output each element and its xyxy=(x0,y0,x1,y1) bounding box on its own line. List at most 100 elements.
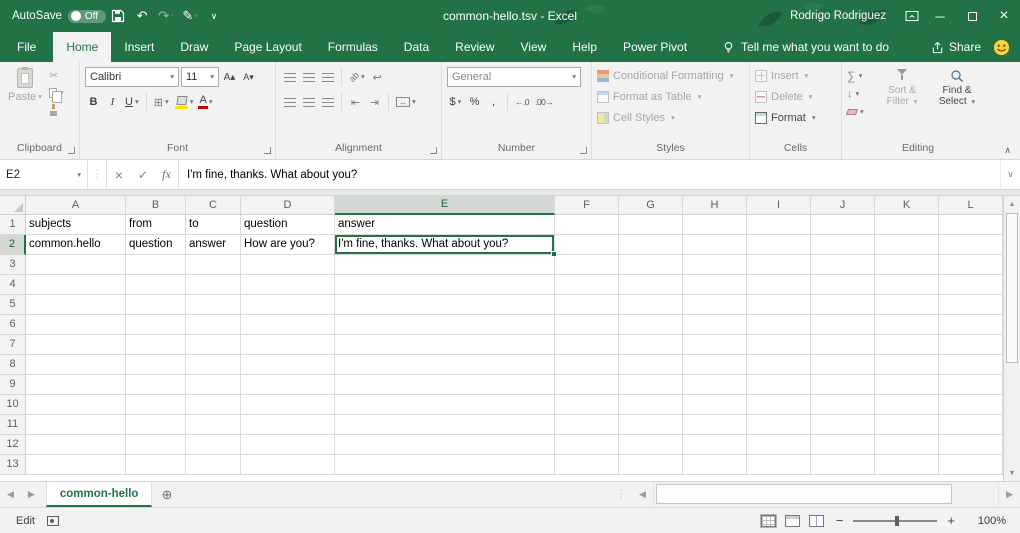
cell-F5[interactable] xyxy=(555,295,619,315)
page-layout-view-button[interactable] xyxy=(785,515,800,527)
user-name[interactable]: Rodrigo Rodriguez xyxy=(790,10,886,22)
cell-B7[interactable] xyxy=(126,335,186,355)
cell-E8[interactable] xyxy=(335,355,555,375)
cell-A9[interactable] xyxy=(26,375,126,395)
decrease-decimal-button[interactable]: .00→ xyxy=(533,92,555,112)
hscroll-left-icon[interactable]: ◀ xyxy=(632,489,653,500)
save-button[interactable] xyxy=(106,0,130,32)
delete-cells-button[interactable]: Delete ▾ xyxy=(755,88,836,105)
row-header-9[interactable]: 9 xyxy=(0,375,26,395)
conditional-formatting-button[interactable]: Conditional Formatting ▾ xyxy=(597,67,744,84)
bold-button[interactable]: B xyxy=(85,92,102,112)
cell-G3[interactable] xyxy=(619,255,683,275)
zoom-slider[interactable] xyxy=(853,520,937,522)
cell-I11[interactable] xyxy=(747,415,811,435)
align-right-button[interactable] xyxy=(319,92,336,112)
cell-H12[interactable] xyxy=(683,435,747,455)
row-header-3[interactable]: 3 xyxy=(0,255,26,275)
ribbon-tab-insert[interactable]: Insert xyxy=(111,32,167,62)
cell-E10[interactable] xyxy=(335,395,555,415)
scroll-down-icon[interactable]: ▼ xyxy=(1004,465,1020,481)
alignment-dialog-launcher-icon[interactable] xyxy=(430,147,437,154)
cell-G11[interactable] xyxy=(619,415,683,435)
number-dialog-launcher-icon[interactable] xyxy=(580,147,587,154)
cell-J10[interactable] xyxy=(811,395,875,415)
borders-button[interactable]: ⊞▾ xyxy=(152,92,171,112)
collapse-ribbon-button[interactable]: ∧ xyxy=(1004,145,1011,156)
sort-filter-button[interactable]: Sort & Filter ▾ xyxy=(876,66,928,141)
macro-record-icon[interactable] xyxy=(47,516,59,526)
cell-D8[interactable] xyxy=(241,355,335,375)
cell-K11[interactable] xyxy=(875,415,939,435)
horizontal-scroll-track[interactable] xyxy=(653,482,999,507)
cell-L1[interactable] xyxy=(939,215,1003,235)
cell-C1[interactable]: to xyxy=(186,215,241,235)
zoom-slider-thumb[interactable] xyxy=(895,516,899,526)
new-sheet-button[interactable]: ⊕ xyxy=(152,482,181,507)
name-box-dropdown-icon[interactable]: ▾ xyxy=(77,171,81,179)
row-header-5[interactable]: 5 xyxy=(0,295,26,315)
cell-I3[interactable] xyxy=(747,255,811,275)
cell-G6[interactable] xyxy=(619,315,683,335)
row-header-11[interactable]: 11 xyxy=(0,415,26,435)
cell-A4[interactable] xyxy=(26,275,126,295)
row-header-7[interactable]: 7 xyxy=(0,335,26,355)
cell-F9[interactable] xyxy=(555,375,619,395)
cell-L13[interactable] xyxy=(939,455,1003,475)
cell-J8[interactable] xyxy=(811,355,875,375)
cell-H10[interactable] xyxy=(683,395,747,415)
cell-D2[interactable]: How are you? xyxy=(241,235,335,255)
row-header-4[interactable]: 4 xyxy=(0,275,26,295)
cell-D1[interactable]: question xyxy=(241,215,335,235)
cell-C11[interactable] xyxy=(186,415,241,435)
merge-center-button[interactable]: ↔▾ xyxy=(394,92,418,112)
cell-L2[interactable] xyxy=(939,235,1003,255)
format-as-table-button[interactable]: Format as Table ▾ xyxy=(597,88,744,105)
cell-I13[interactable] xyxy=(747,455,811,475)
cell-L4[interactable] xyxy=(939,275,1003,295)
horizontal-scrollbar[interactable]: ◀ ▶ xyxy=(632,482,1020,507)
formula-input[interactable]: I'm fine, thanks. What about you? xyxy=(179,160,1000,189)
cell-C12[interactable] xyxy=(186,435,241,455)
column-header-K[interactable]: K xyxy=(875,196,939,215)
share-button[interactable]: Share xyxy=(931,32,981,62)
cell-K12[interactable] xyxy=(875,435,939,455)
formula-bar-expand-icon[interactable]: ∨ xyxy=(1000,160,1020,189)
cell-C7[interactable] xyxy=(186,335,241,355)
cell-G10[interactable] xyxy=(619,395,683,415)
cell-J6[interactable] xyxy=(811,315,875,335)
cell-L11[interactable] xyxy=(939,415,1003,435)
percent-style-button[interactable]: % xyxy=(466,92,483,112)
ribbon-tab-data[interactable]: Data xyxy=(391,32,442,62)
align-top-button[interactable] xyxy=(281,67,298,87)
grow-font-button[interactable]: A▴ xyxy=(221,67,238,87)
ribbon-tab-review[interactable]: Review xyxy=(442,32,507,62)
cell-C6[interactable] xyxy=(186,315,241,335)
cell-H1[interactable] xyxy=(683,215,747,235)
align-middle-button[interactable] xyxy=(300,67,317,87)
feedback-smiley-icon[interactable] xyxy=(993,32,1010,62)
cell-D7[interactable] xyxy=(241,335,335,355)
cell-D9[interactable] xyxy=(241,375,335,395)
copy-button[interactable]: ▾ xyxy=(49,85,64,100)
cell-D6[interactable] xyxy=(241,315,335,335)
cell-J1[interactable] xyxy=(811,215,875,235)
cell-F8[interactable] xyxy=(555,355,619,375)
cell-I6[interactable] xyxy=(747,315,811,335)
cell-L6[interactable] xyxy=(939,315,1003,335)
cell-H13[interactable] xyxy=(683,455,747,475)
cell-C5[interactable] xyxy=(186,295,241,315)
align-left-button[interactable] xyxy=(281,92,298,112)
format-cells-button[interactable]: Format ▾ xyxy=(755,109,836,126)
cell-G12[interactable] xyxy=(619,435,683,455)
column-header-A[interactable]: A xyxy=(26,196,126,215)
column-header-G[interactable]: G xyxy=(619,196,683,215)
column-header-J[interactable]: J xyxy=(811,196,875,215)
cell-C10[interactable] xyxy=(186,395,241,415)
page-break-view-button[interactable] xyxy=(809,515,824,527)
cell-L12[interactable] xyxy=(939,435,1003,455)
row-header-6[interactable]: 6 xyxy=(0,315,26,335)
column-header-L[interactable]: L xyxy=(939,196,1003,215)
cell-D10[interactable] xyxy=(241,395,335,415)
cell-J3[interactable] xyxy=(811,255,875,275)
